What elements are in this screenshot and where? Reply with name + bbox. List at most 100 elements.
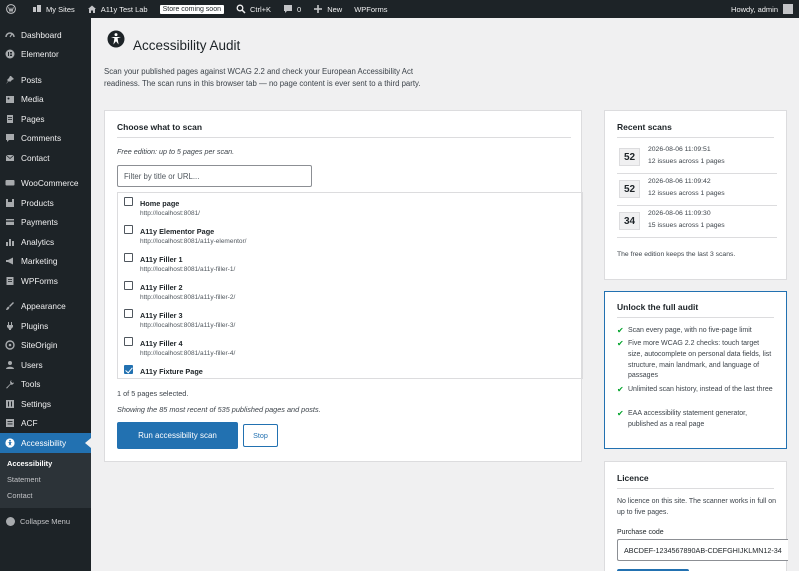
page-checkbox[interactable] [124, 253, 133, 262]
stop-scan-button[interactable]: Stop [243, 424, 278, 447]
sidebar-item-payments[interactable]: Payments [0, 213, 91, 233]
sidebar-item-elementor[interactable]: Elementor [0, 45, 91, 65]
page-filter-input[interactable] [117, 165, 312, 187]
sidebar-item-analytics[interactable]: Analytics [0, 232, 91, 252]
my-sites-menu[interactable]: My Sites [26, 0, 81, 18]
sidebar-item-label: Accessibility [21, 437, 67, 448]
sidebar-item-contact[interactable]: Contact [0, 148, 91, 168]
command-palette-button[interactable]: Ctrl+K [230, 0, 277, 18]
comment-bubble-icon [284, 5, 293, 13]
comments-link[interactable]: 0 [277, 0, 307, 18]
analytics-icon [5, 237, 15, 247]
upgrade-card-title: Unlock the full audit [617, 302, 699, 312]
feature-item: ✔ Unlimited scan history, instead of the … [617, 385, 775, 396]
sidebar-item-comments[interactable]: Comments [0, 129, 91, 149]
sidebar-item-label: Payments [21, 217, 58, 228]
feature-item: ✔ Five more WCAG 2.2 checks: touch target… [617, 339, 775, 382]
page-list-item[interactable]: A11y Filler 2 http://localhost:8081/a11y-… [118, 277, 582, 305]
wpforms-menu[interactable]: WPForms [348, 0, 393, 18]
sidebar-item-label: Contact [21, 152, 50, 163]
page-list-item[interactable]: A11y Filler 4 http://localhost:8081/a11y-… [118, 333, 582, 361]
acf-icon [5, 418, 15, 428]
wpforms-icon [5, 276, 15, 286]
divider [617, 237, 777, 238]
page-checkbox[interactable] [124, 281, 133, 290]
site-name-menu[interactable]: A11y Test Lab [81, 0, 154, 18]
store-status-link[interactable]: Store coming soon [154, 0, 230, 18]
admin-bar: My Sites A11y Test Lab Store coming soon… [0, 0, 799, 18]
run-scan-button[interactable]: Run accessibility scan [117, 422, 238, 449]
page-list-item[interactable]: A11y Filler 3 http://localhost:8081/a11y-… [118, 305, 582, 333]
licence-card-title: Licence [617, 473, 649, 483]
scan-date: 2026-08-06 11:09:51 [648, 146, 711, 153]
wordpress-logo-button[interactable] [0, 0, 26, 18]
sidebar-item-settings[interactable]: Settings [0, 394, 91, 414]
page-list-item[interactable]: A11y Filler 1 http://localhost:8081/a11y-… [118, 249, 582, 277]
submenu-item-accessibility[interactable]: Accessibility [0, 456, 91, 472]
sidebar-item-siteorigin[interactable]: SiteOrigin [0, 336, 91, 356]
page-checkbox[interactable] [124, 337, 133, 346]
feature-text: EAA accessibility statement generator, p… [628, 410, 748, 428]
site-name-label: A11y Test Lab [100, 4, 148, 14]
sidebar-item-label: Comments [21, 133, 62, 144]
page-checkbox[interactable] [124, 365, 133, 374]
sidebar-item-label: Pages [21, 113, 45, 124]
scan-date: 2026-08-06 11:09:42 [648, 178, 711, 185]
page-title: Accessibility Audit [133, 38, 241, 53]
admin-sidebar: Dashboard Elementor Posts Media Pages Co… [0, 18, 91, 571]
page-title-text: A11y Fixture Page [140, 367, 203, 376]
sidebar-item-acf[interactable]: ACF [0, 414, 91, 434]
licence-status-text: No licence on this site. The scanner wor… [617, 498, 777, 516]
new-content-menu[interactable]: New [307, 0, 348, 18]
plugin-icon [5, 321, 15, 331]
page-checkbox[interactable] [124, 225, 133, 234]
page-list-item[interactable]: Home page http://localhost:8081/ [118, 193, 582, 221]
licence-card: Licence No licence on this site. The sca… [604, 461, 788, 571]
selected-count-text: 1 of 5 pages selected. [117, 389, 189, 398]
divider [117, 137, 571, 138]
feature-text: Five more WCAG 2.2 checks: touch target … [628, 340, 772, 380]
submenu-item-contact[interactable]: Contact [0, 488, 91, 504]
page-list[interactable]: Home page http://localhost:8081/A11y Elem… [117, 192, 583, 379]
page-list-item[interactable]: A11y Elementor Page http://localhost:8081… [118, 221, 582, 249]
scan-score-badge: 34 [619, 212, 640, 230]
sidebar-item-pages[interactable]: Pages [0, 109, 91, 129]
sidebar-item-marketing[interactable]: Marketing [0, 252, 91, 272]
sidebar-item-products[interactable]: Products [0, 193, 91, 213]
my-sites-icon [33, 5, 41, 12]
sidebar-item-label: Plugins [21, 320, 49, 331]
howdy-label: Howdy, admin [731, 4, 778, 14]
scan-score-badge: 52 [619, 180, 640, 198]
page-checkbox[interactable] [124, 197, 133, 206]
products-icon [5, 198, 15, 208]
page-title-text: A11y Filler 1 [140, 255, 183, 264]
purchase-code-input[interactable] [617, 539, 788, 561]
sidebar-item-label: Elementor [21, 49, 59, 60]
scan-card-title: Choose what to scan [117, 122, 203, 132]
my-sites-label: My Sites [46, 4, 75, 14]
sidebar-item-woocommerce[interactable]: WooCommerce [0, 174, 91, 194]
sidebar-item-wpforms[interactable]: WPForms [0, 271, 91, 291]
page-list-item[interactable]: A11y Fixture Page http://localhost:8081/a… [118, 361, 582, 378]
sidebar-item-users[interactable]: Users [0, 355, 91, 375]
search-icon [236, 4, 246, 14]
sidebar-item-posts[interactable]: Posts [0, 70, 91, 90]
sidebar-item-tools[interactable]: Tools [0, 375, 91, 395]
accessibility-icon [5, 438, 15, 448]
recent-scan-item[interactable]: 34 2026-08-06 11:09:30 15 issues across … [617, 206, 777, 238]
sidebar-item-accessibility[interactable]: Accessibility [0, 433, 91, 453]
collapse-menu-button[interactable]: Collapse Menu [0, 512, 91, 532]
payments-icon [5, 217, 15, 227]
divider [617, 488, 774, 489]
sidebar-item-plugins[interactable]: Plugins [0, 316, 91, 336]
page-checkbox[interactable] [124, 309, 133, 318]
recent-scan-item[interactable]: 52 2026-08-06 11:09:51 12 issues across … [617, 142, 777, 174]
account-menu[interactable]: Howdy, admin [731, 0, 793, 18]
sidebar-item-media[interactable]: Media [0, 90, 91, 110]
submenu-item-statement[interactable]: Statement [0, 472, 91, 488]
sidebar-item-dashboard[interactable]: Dashboard [0, 25, 91, 45]
sidebar-item-label: WPForms [21, 275, 58, 286]
sidebar-item-appearance[interactable]: Appearance [0, 297, 91, 317]
recent-scan-item[interactable]: 52 2026-08-06 11:09:42 12 issues across … [617, 174, 777, 206]
users-icon [5, 360, 15, 370]
